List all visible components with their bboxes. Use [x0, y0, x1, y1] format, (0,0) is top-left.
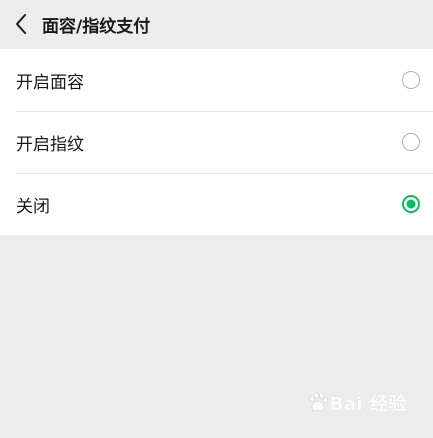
- option-label: 开启指纹: [16, 134, 84, 155]
- baidu-watermark: Bai 经验: [306, 390, 407, 416]
- baidu-paw-logo: [309, 392, 328, 412]
- radio-enable-fingerprint[interactable]: [402, 133, 420, 151]
- option-enable-fingerprint[interactable]: 开启指纹: [0, 111, 433, 173]
- chevron-left-icon: [16, 14, 26, 34]
- option-label: 关闭: [16, 196, 50, 217]
- page-title: 面容/指纹支付: [42, 16, 151, 37]
- watermark-text: Bai 经验: [329, 394, 407, 415]
- radio-enable-face[interactable]: [402, 71, 420, 89]
- app-screen: 面容/指纹支付 开启面容 开启指纹 关闭 Bai 经验: [0, 0, 433, 438]
- back-button[interactable]: [2, 0, 40, 48]
- option-enable-face[interactable]: 开启面容: [0, 49, 433, 111]
- nav-header: 面容/指纹支付: [0, 0, 433, 48]
- option-label: 开启面容: [16, 72, 84, 93]
- option-disable[interactable]: 关闭: [0, 173, 433, 235]
- radio-disable[interactable]: [402, 195, 420, 213]
- payment-option-list: 开启面容 开启指纹 关闭: [0, 49, 433, 235]
